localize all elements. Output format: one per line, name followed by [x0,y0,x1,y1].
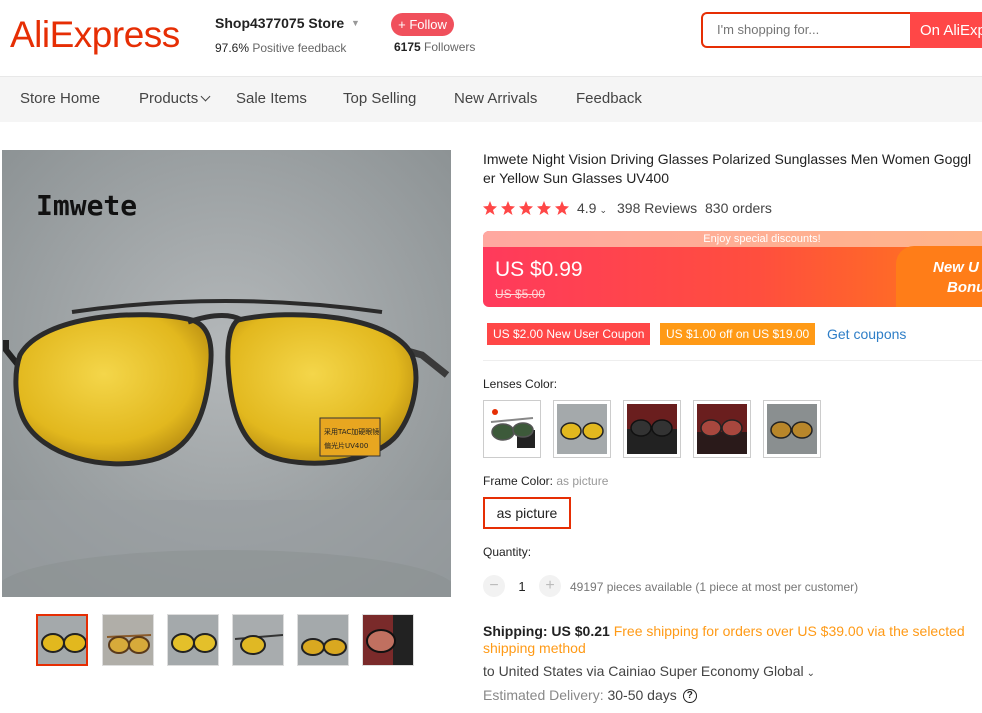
aliexpress-logo[interactable]: AliExpress [10,14,180,56]
search-input[interactable] [717,22,897,37]
thumbnail-1[interactable] [36,614,88,666]
enjoy-discounts-text: Enjoy special discounts! [703,233,821,245]
nav-sale-items[interactable]: Sale Items [236,90,307,107]
delivery-value: 30-50 days [607,687,677,703]
orders-count: 830 orders [705,200,772,216]
estimated-delivery: Estimated Delivery: 30-50 days? [483,687,697,704]
thumbnail-3[interactable] [167,614,219,666]
quantity-decrease-button[interactable]: − [483,575,505,597]
frame-color-selected: as picture [556,474,609,488]
product-title-line-2: er Yellow Sun Glasses UV400 [483,170,669,186]
chevron-down-icon: ⌄ [599,205,608,215]
delivery-label: Estimated Delivery: [483,687,604,703]
chevron-down-icon [200,91,211,102]
quantity-input[interactable]: 1 [514,579,530,594]
new-user-coupon[interactable]: US $2.00 New User Coupon [487,323,651,345]
search-on-aliexpress-button[interactable]: On AliExp [910,12,982,48]
quantity-increase-button[interactable]: + [539,575,561,597]
new-bonus-line-2: Bonu [947,279,982,296]
followers-count: 6175 [394,40,421,54]
nav-store-home[interactable]: Store Home [20,90,100,107]
star-icon [519,201,533,215]
nav-products[interactable]: Products [139,90,211,107]
lens-swatch-yellow[interactable] [553,400,611,458]
shipping-info: Shipping: US $0.21 Free shipping for ord… [483,623,982,657]
thumbnail-5[interactable] [297,614,349,666]
nav-top-selling[interactable]: Top Selling [343,90,416,107]
thumbnail-4[interactable] [232,614,284,666]
shipping-cost: Shipping: US $0.21 [483,623,610,639]
lens-sticker-text-2: 偏光片UV400 [324,441,368,450]
shipping-destination[interactable]: to United States via Cainiao Super Econo… [483,663,815,679]
rating-value[interactable]: 4.9 ⌄ [577,200,607,216]
nav-feedback[interactable]: Feedback [576,90,642,107]
lens-swatch-brown[interactable] [763,400,821,458]
star-icon [537,201,551,215]
rating-number: 4.9 [577,200,597,216]
original-price: US $5.00 [495,287,546,301]
shipping-destination-text: to United States via Cainiao Super Econo… [483,663,804,679]
frame-color-title: Frame Color: [483,474,554,488]
followers-label: Followers [424,40,476,54]
store-feedback: 97.6% Positive feedback [215,41,346,55]
followers: 6175 Followers [394,40,475,54]
star-icon [501,201,515,215]
feedback-percent: 97.6% [215,41,250,55]
star-icon [555,201,569,215]
nav-products-label: Products [139,90,199,107]
follow-button[interactable]: + Follow [391,13,454,36]
main-product-image[interactable]: 采用TAC加硬眼镜 偏光片UV400 Imwete [2,150,451,597]
store-name[interactable]: Shop4377075 Store [215,15,344,31]
store-coupon[interactable]: US $1.00 off on US $19.00 [660,323,816,345]
product-title-line-1: Imwete Night Vision Driving Glasses Pola… [483,151,972,167]
lens-color-label: Lenses Color: [483,377,558,391]
current-price: US $0.99 [495,258,583,281]
chevron-down-icon: ⌄ [806,668,816,679]
nav-new-arrivals[interactable]: New Arrivals [454,90,537,107]
lens-swatch-gray[interactable] [623,400,681,458]
new-bonus-line-1: New U [933,259,979,276]
divider [483,360,982,361]
lens-swatch-green[interactable] [483,400,541,458]
store-menu-caret-icon[interactable]: ▼ [351,18,360,28]
new-user-bonus-text: New U Bonu [933,258,982,298]
star-icon [483,201,497,215]
product-title: Imwete Night Vision Driving Glasses Pola… [483,150,982,188]
frame-color-label: Frame Color: as picture [483,474,608,488]
thumbnail-6[interactable] [362,614,414,666]
reviews-link[interactable]: 398 Reviews [617,200,697,216]
brand-overlay-text: Imwete [36,189,137,222]
get-coupons-link[interactable]: Get coupons [827,326,906,342]
question-circle-icon[interactable]: ? [682,689,697,704]
frame-option-as-picture[interactable]: as picture [483,497,571,529]
quantity-label: Quantity: [483,545,532,559]
pieces-available: 49197 pieces available (1 piece at most … [570,580,859,594]
lens-sticker-text-1: 采用TAC加硬眼镜 [324,427,379,436]
thumbnail-2[interactable] [102,614,154,666]
feedback-label: Positive feedback [252,41,347,55]
star-rating[interactable] [483,200,573,221]
lens-swatch-red[interactable] [693,400,751,458]
